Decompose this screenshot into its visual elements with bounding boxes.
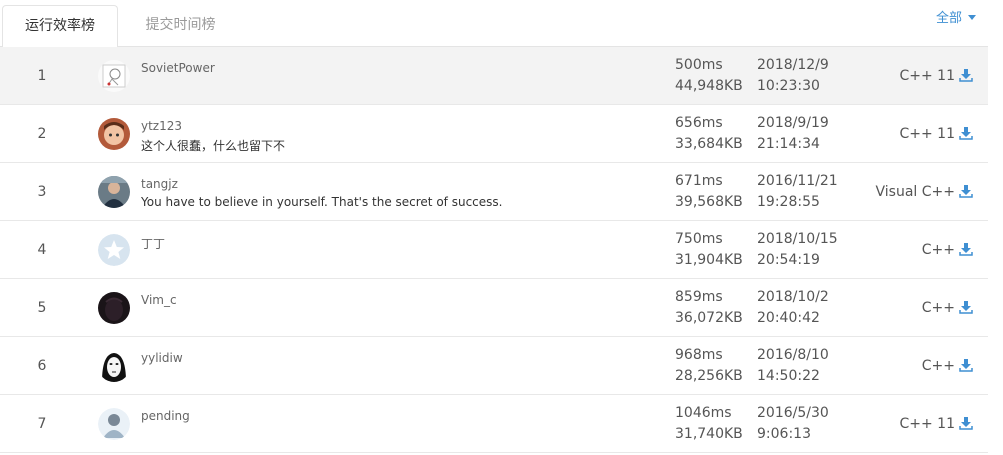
memory-usage: 33,684KB <box>675 136 743 152</box>
language-label: C++ <box>921 300 955 316</box>
dark-avatar[interactable] <box>98 292 130 324</box>
submit-time: 19:28:55 <box>757 194 820 210</box>
submit-time: 9:06:13 <box>757 426 811 442</box>
memory-usage: 36,072KB <box>675 310 743 326</box>
rank-number: 6 <box>37 358 47 374</box>
mask-avatar[interactable] <box>98 350 130 382</box>
username-link[interactable]: ytz123 <box>141 119 182 133</box>
download-icon[interactable] <box>959 358 973 372</box>
memory-usage: 44,948KB <box>675 78 743 94</box>
memory-usage: 39,568KB <box>675 194 743 210</box>
run-time: 500ms <box>675 57 723 73</box>
memory-usage: 31,904KB <box>675 252 743 268</box>
rank-number: 1 <box>37 68 47 84</box>
username-link[interactable]: Vim_c <box>141 293 177 307</box>
submit-date: 2016/8/10 <box>757 347 829 363</box>
table-row: 4 丁丁 750ms 31,904KB 2018/10/15 20:54:19 … <box>0 221 988 279</box>
submit-date: 2016/5/30 <box>757 405 829 421</box>
language-label: C++ <box>921 358 955 374</box>
submit-time: 10:23:30 <box>757 78 820 94</box>
submit-date: 2018/10/2 <box>757 289 829 305</box>
table-row: 5 Vim_c 859ms 36,072KB 2018/10/2 20:40:4… <box>0 279 988 337</box>
user-signature: 这个人很蠢，什么也留下不 <box>141 139 286 153</box>
submit-time: 20:54:19 <box>757 252 820 268</box>
memory-usage: 28,256KB <box>675 368 743 384</box>
tab-efficiency-ranking[interactable]: 运行效率榜 <box>2 5 118 48</box>
table-row: 3 tangjz You have to believe in yourself… <box>0 163 988 221</box>
username-link[interactable]: 丁丁 <box>141 235 165 252</box>
username-link[interactable]: tangjz <box>141 177 178 191</box>
table-row: 7 pending 1046ms 31,740KB 2016/5/30 9:06… <box>0 395 988 453</box>
run-time: 859ms <box>675 289 723 305</box>
table-row: 6 yylidiw 968ms 28,256KB 2016/8/10 14:50… <box>0 337 988 395</box>
caret-down-icon <box>968 15 976 20</box>
download-icon[interactable] <box>959 242 973 256</box>
rank-number: 2 <box>37 126 47 142</box>
sketch-avatar[interactable] <box>98 60 130 92</box>
default-person-avatar[interactable] <box>98 408 130 440</box>
submit-time: 21:14:34 <box>757 136 820 152</box>
language-filter-dropdown[interactable]: 全部 <box>936 7 976 26</box>
download-icon[interactable] <box>959 126 973 140</box>
download-icon[interactable] <box>959 300 973 314</box>
run-time: 1046ms <box>675 405 732 421</box>
table-row: 2 ytz123 这个人很蠢，什么也留下不 656ms 33,684KB 201… <box>0 105 988 163</box>
submit-time: 14:50:22 <box>757 368 820 384</box>
submit-time: 20:40:42 <box>757 310 820 326</box>
submit-date: 2016/11/21 <box>757 173 838 189</box>
language-label: C++ <box>921 242 955 258</box>
run-time: 750ms <box>675 231 723 247</box>
person-photo-avatar[interactable] <box>98 176 130 208</box>
run-time: 671ms <box>675 173 723 189</box>
submit-date: 2018/12/9 <box>757 57 829 73</box>
filter-label: 全部 <box>935 11 962 26</box>
language-label: Visual C++ <box>875 184 955 200</box>
table-row: 1 SovietPower 500ms 44,948KB 2018/12/9 1… <box>0 47 988 105</box>
run-time: 656ms <box>675 115 723 131</box>
rank-number: 7 <box>37 416 47 432</box>
download-icon[interactable] <box>959 184 973 198</box>
rank-number: 4 <box>37 242 47 258</box>
download-icon[interactable] <box>959 416 973 430</box>
tab-submit-time-ranking[interactable]: 提交时间榜 <box>118 5 243 47</box>
ranking-list: 1 SovietPower 500ms 44,948KB 2018/12/9 1… <box>0 47 988 453</box>
submit-date: 2018/9/19 <box>757 115 829 131</box>
language-label: C++ 11 <box>899 126 955 142</box>
submit-date: 2018/10/15 <box>757 231 838 247</box>
ranking-tabs: 运行效率榜 提交时间榜 全部 <box>0 0 988 48</box>
rank-number: 5 <box>37 300 47 316</box>
run-time: 968ms <box>675 347 723 363</box>
rank-number: 3 <box>37 184 47 200</box>
username-link[interactable]: yylidiw <box>141 351 183 365</box>
username-link[interactable]: pending <box>141 409 190 423</box>
username-link[interactable]: SovietPower <box>141 61 215 75</box>
memory-usage: 31,740KB <box>675 426 743 442</box>
download-icon[interactable] <box>959 68 973 82</box>
user-signature: You have to believe in yourself. That's … <box>141 195 503 209</box>
language-label: C++ 11 <box>899 68 955 84</box>
child-photo-avatar[interactable] <box>98 118 130 150</box>
default-star-avatar[interactable] <box>98 234 130 266</box>
language-label: C++ 11 <box>899 416 955 432</box>
